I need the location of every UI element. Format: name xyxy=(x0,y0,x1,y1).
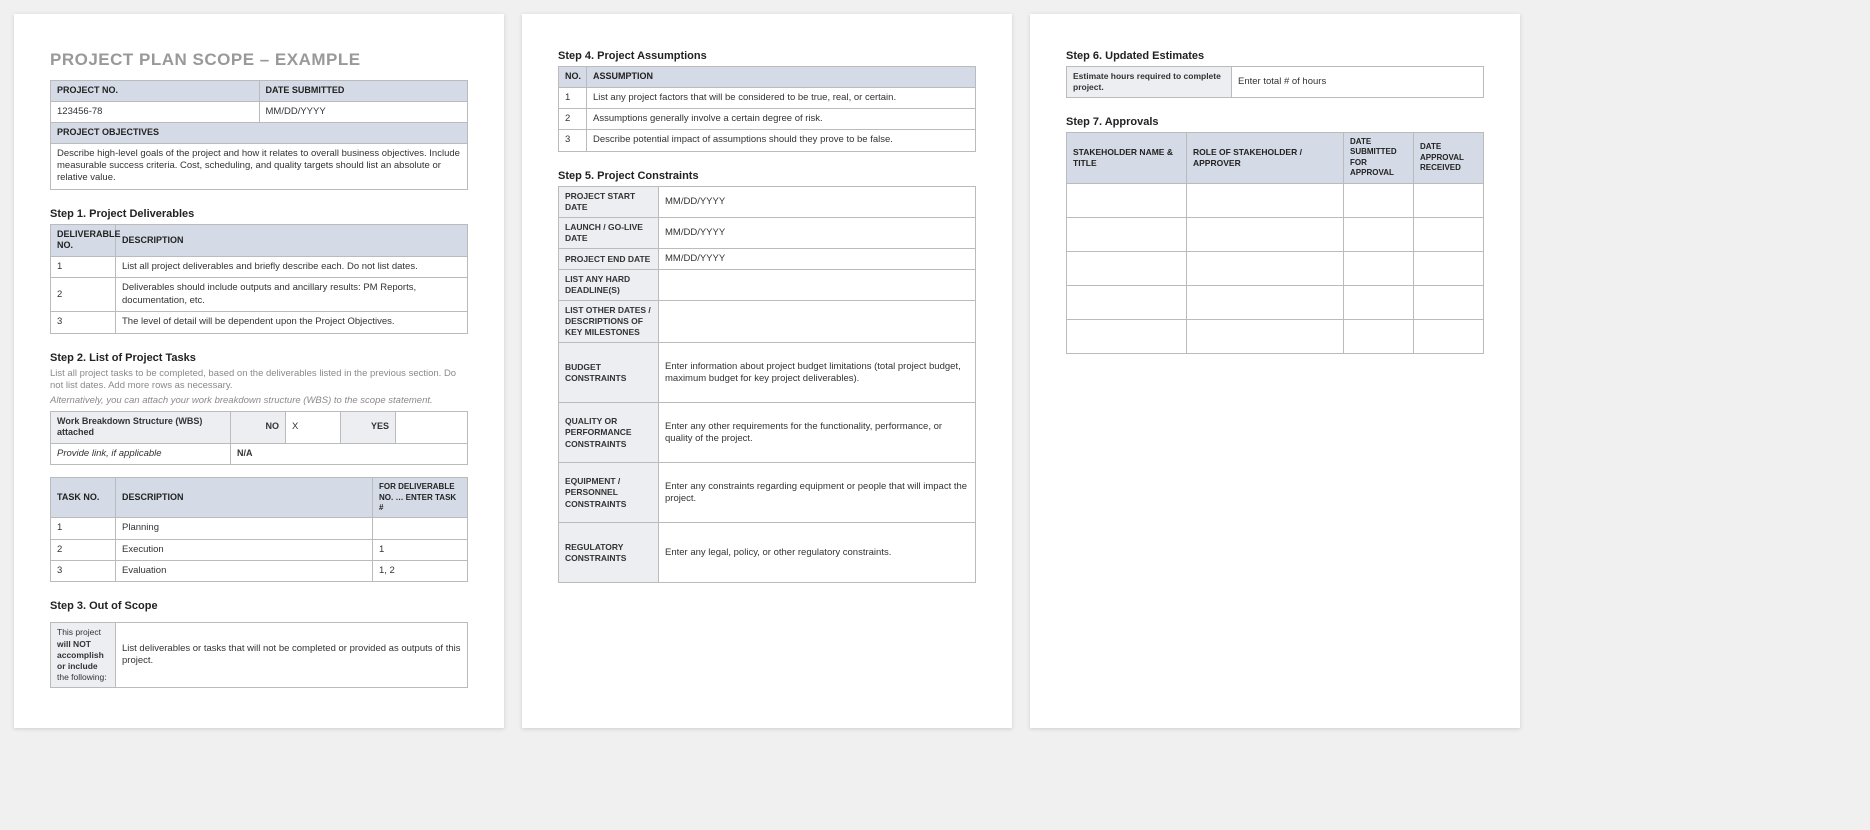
task-no-header: TASK NO. xyxy=(51,478,116,518)
wbs-link-label: Provide link, if applicable xyxy=(51,443,231,464)
approvals-name-header: STAKEHOLDER NAME & TITLE xyxy=(1067,133,1187,184)
table-row: 2Assumptions generally involve a certain… xyxy=(559,109,976,130)
budget-label: BUDGET CONSTRAINTS xyxy=(559,343,659,403)
project-info-table: PROJECT NO. DATE SUBMITTED 123456-78 MM/… xyxy=(50,80,468,190)
tasks-table: TASK NO. DESCRIPTION FOR DELIVERABLE NO.… xyxy=(50,477,468,582)
out-of-scope-body: List deliverables or tasks that will not… xyxy=(116,623,468,687)
table-row xyxy=(1067,183,1484,217)
out-of-scope-label: This project will NOT accomplish or incl… xyxy=(51,623,116,687)
golive-date-label: LAUNCH / GO-LIVE DATE xyxy=(559,217,659,248)
wbs-link-value: N/A xyxy=(231,443,468,464)
start-date-label: PROJECT START DATE xyxy=(559,186,659,217)
deliv-no-header: DELIVERABLE NO. xyxy=(51,224,116,256)
table-row xyxy=(1067,285,1484,319)
deliv-desc-header: DESCRIPTION xyxy=(116,224,468,256)
step1-heading: Step 1. Project Deliverables xyxy=(50,208,468,220)
wbs-yes-label: YES xyxy=(341,411,396,443)
project-no-value: 123456-78 xyxy=(51,101,260,122)
table-row: 2Execution1 xyxy=(51,539,468,560)
objectives-header: PROJECT OBJECTIVES xyxy=(51,123,468,144)
table-row xyxy=(1067,251,1484,285)
table-row xyxy=(1067,217,1484,251)
table-row: 1List all project deliverables and brief… xyxy=(51,257,468,278)
table-row: 1List any project factors that will be c… xyxy=(559,87,976,108)
table-row: 3Evaluation1, 2 xyxy=(51,561,468,582)
step6-heading: Step 6. Updated Estimates xyxy=(1066,50,1484,62)
assump-no-header: NO. xyxy=(559,67,587,88)
step3-heading: Step 3. Out of Scope xyxy=(50,600,468,612)
project-no-header: PROJECT NO. xyxy=(51,81,260,102)
end-date-value: MM/DD/YYYY xyxy=(659,248,976,269)
assumptions-table: NO. ASSUMPTION 1List any project factors… xyxy=(558,66,976,152)
step5-heading: Step 5. Project Constraints xyxy=(558,170,976,182)
reg-value: Enter any legal, policy, or other regula… xyxy=(659,523,976,583)
table-row: 3The level of detail will be dependent u… xyxy=(51,312,468,333)
approvals-received-header: DATE APPROVAL RECEIVED xyxy=(1414,133,1484,184)
out-of-scope-table: This project will NOT accomplish or incl… xyxy=(50,622,468,687)
start-date-value: MM/DD/YYYY xyxy=(659,186,976,217)
step2-sub2: Alternatively, you can attach your work … xyxy=(50,395,468,407)
task-for-header: FOR DELIVERABLE NO. … ENTER TASK # xyxy=(373,478,468,518)
deliverables-table: DELIVERABLE NO. DESCRIPTION 1List all pr… xyxy=(50,224,468,334)
assump-desc-header: ASSUMPTION xyxy=(587,67,976,88)
document-pages: PROJECT PLAN SCOPE – EXAMPLE PROJECT NO.… xyxy=(14,14,1856,728)
other-dates-label: LIST OTHER DATES / DESCRIPTIONS OF KEY M… xyxy=(559,301,659,343)
page-2: Step 4. Project Assumptions NO. ASSUMPTI… xyxy=(522,14,1012,728)
equip-label: EQUIPMENT / PERSONNEL CONSTRAINTS xyxy=(559,463,659,523)
step2-sub1: List all project tasks to be completed, … xyxy=(50,368,468,393)
doc-title: PROJECT PLAN SCOPE – EXAMPLE xyxy=(50,50,468,70)
table-row: 3Describe potential impact of assumption… xyxy=(559,130,976,151)
hard-deadline-label: LIST ANY HARD DEADLINE(S) xyxy=(559,270,659,301)
approvals-role-header: ROLE OF STAKEHOLDER / APPROVER xyxy=(1187,133,1344,184)
constraints-table: PROJECT START DATE MM/DD/YYYY LAUNCH / G… xyxy=(558,186,976,584)
step2-heading: Step 2. List of Project Tasks xyxy=(50,352,468,364)
task-desc-header: DESCRIPTION xyxy=(116,478,373,518)
wbs-yes-value xyxy=(396,411,468,443)
wbs-no-value: X xyxy=(286,411,341,443)
approvals-submitted-header: DATE SUBMITTED FOR APPROVAL xyxy=(1344,133,1414,184)
date-submitted-value: MM/DD/YYYY xyxy=(259,101,468,122)
quality-value: Enter any other requirements for the fun… xyxy=(659,403,976,463)
hard-deadline-value xyxy=(659,270,976,301)
end-date-label: PROJECT END DATE xyxy=(559,248,659,269)
estimate-value: Enter total # of hours xyxy=(1232,67,1484,98)
table-row: 2Deliverables should include outputs and… xyxy=(51,278,468,312)
wbs-label: Work Breakdown Structure (WBS) attached xyxy=(51,411,231,443)
other-dates-value xyxy=(659,301,976,343)
date-submitted-header: DATE SUBMITTED xyxy=(259,81,468,102)
objectives-body: Describe high-level goals of the project… xyxy=(51,143,468,189)
page-3: Step 6. Updated Estimates Estimate hours… xyxy=(1030,14,1520,728)
table-row xyxy=(1067,319,1484,353)
step4-heading: Step 4. Project Assumptions xyxy=(558,50,976,62)
equip-value: Enter any constraints regarding equipmen… xyxy=(659,463,976,523)
step7-heading: Step 7. Approvals xyxy=(1066,116,1484,128)
estimate-label: Estimate hours required to complete proj… xyxy=(1067,67,1232,98)
approvals-table: STAKEHOLDER NAME & TITLE ROLE OF STAKEHO… xyxy=(1066,132,1484,354)
reg-label: REGULATORY CONSTRAINTS xyxy=(559,523,659,583)
table-row: 1Planning xyxy=(51,518,468,539)
wbs-attached-table: Work Breakdown Structure (WBS) attached … xyxy=(50,411,468,466)
budget-value: Enter information about project budget l… xyxy=(659,343,976,403)
page-1: PROJECT PLAN SCOPE – EXAMPLE PROJECT NO.… xyxy=(14,14,504,728)
estimates-table: Estimate hours required to complete proj… xyxy=(1066,66,1484,98)
quality-label: QUALITY OR PERFORMANCE CONSTRAINTS xyxy=(559,403,659,463)
golive-date-value: MM/DD/YYYY xyxy=(659,217,976,248)
wbs-no-label: NO xyxy=(231,411,286,443)
